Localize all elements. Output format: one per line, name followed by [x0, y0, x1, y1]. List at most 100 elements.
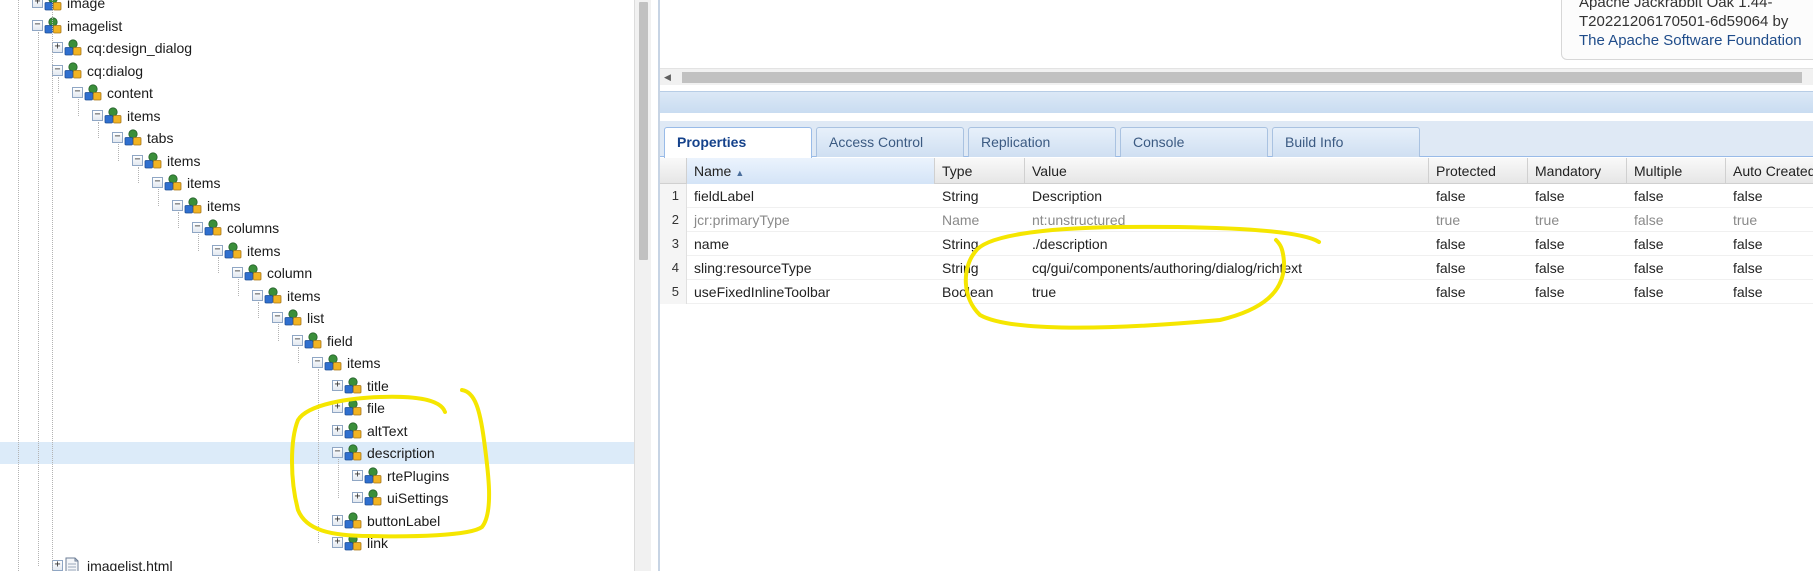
cell-type[interactable]: String — [935, 232, 1025, 256]
cell-name[interactable]: useFixedInlineToolbar — [687, 280, 935, 304]
collapse-icon[interactable]: − — [212, 244, 223, 256]
table-row[interactable]: 4 sling:resourceType String cq/gui/componen… — [660, 256, 1813, 280]
tree-scrollbar[interactable] — [634, 0, 651, 571]
tree-node-items[interactable]: − items — [0, 105, 634, 127]
tree-node-label[interactable]: image — [67, 0, 105, 14]
collapse-icon[interactable]: − — [192, 222, 203, 233]
cell-protected[interactable]: true — [1429, 208, 1528, 232]
cell-value[interactable]: nt:unstructured — [1025, 208, 1429, 232]
cell-auto[interactable]: false — [1726, 280, 1813, 304]
tree-node-imagelist[interactable]: − imagelist — [0, 15, 634, 37]
tree-node-tabs[interactable]: − tabs — [0, 127, 634, 149]
tree-node-items[interactable]: − items — [0, 150, 634, 172]
tree-node-label[interactable]: title — [367, 375, 389, 397]
cell-name[interactable]: name — [687, 232, 935, 256]
tree-node-label[interactable]: uiSettings — [387, 487, 448, 509]
column-header-mandatory[interactable]: Mandatory — [1528, 158, 1627, 184]
tree-node-label[interactable]: tabs — [147, 127, 173, 149]
collapse-icon[interactable]: − — [272, 312, 283, 323]
tree-node-cq-dialog[interactable]: − cq:dialog — [0, 60, 634, 82]
column-header-value[interactable]: Value — [1025, 158, 1429, 184]
expand-icon[interactable]: + — [332, 537, 343, 548]
tree-node-cq-design-dialog[interactable]: + cq:design_dialog — [0, 37, 634, 59]
cell-protected[interactable]: false — [1429, 280, 1528, 304]
cell-multiple[interactable]: false — [1627, 232, 1726, 256]
collapse-icon[interactable]: − — [232, 267, 243, 278]
collapse-icon[interactable]: − — [172, 199, 183, 211]
tree-scrollbar-thumb[interactable] — [639, 2, 648, 260]
tree-node-items[interactable]: − items — [0, 195, 634, 217]
cell-protected[interactable]: false — [1429, 256, 1528, 280]
tree-node-uisettings[interactable]: + uiSettings — [0, 487, 634, 509]
cell-value[interactable]: Description — [1025, 184, 1429, 208]
tree-node-items[interactable]: − items — [0, 172, 634, 194]
tree-node-label[interactable]: altText — [367, 420, 407, 442]
table-row[interactable]: 5 useFixedInlineToolbar Boolean true false fa… — [660, 280, 1813, 304]
tree-node-label[interactable]: items — [127, 105, 160, 127]
cell-auto[interactable]: true — [1726, 208, 1813, 232]
cell-mandatory[interactable]: false — [1528, 184, 1627, 208]
tree-node-label[interactable]: column — [267, 262, 312, 284]
tree-node-field[interactable]: − field — [0, 330, 634, 352]
cell-multiple[interactable]: false — [1627, 256, 1726, 280]
tree-node-column[interactable]: − column — [0, 262, 634, 284]
tree-node-image[interactable]: + image — [0, 0, 634, 14]
expand-icon[interactable]: + — [52, 42, 63, 53]
expand-icon[interactable]: + — [352, 492, 363, 503]
tree-node-list[interactable]: − list — [0, 307, 634, 329]
cell-mandatory[interactable]: false — [1528, 280, 1627, 304]
tree-node-label[interactable]: items — [287, 285, 320, 307]
cell-mandatory[interactable]: false — [1528, 232, 1627, 256]
cell-type[interactable]: String — [935, 256, 1025, 280]
collapse-icon[interactable]: − — [312, 357, 323, 368]
tree-node-label[interactable]: items — [347, 352, 380, 374]
tree-node-label[interactable]: items — [207, 195, 240, 217]
cell-type[interactable]: String — [935, 184, 1025, 208]
tree-node-label[interactable]: cq:dialog — [87, 60, 143, 82]
collapse-icon[interactable]: − — [112, 132, 123, 143]
tree-node-label[interactable]: buttonLabel — [367, 510, 440, 532]
cell-value[interactable]: true — [1025, 280, 1429, 304]
horizontal-scrollbar-thumb[interactable] — [682, 72, 1802, 83]
table-row[interactable]: 3 name String ./description false false false f… — [660, 232, 1813, 256]
tree-node-label[interactable]: list — [307, 307, 324, 329]
collapse-icon[interactable]: − — [52, 64, 63, 76]
tree-node-link[interactable]: + link — [0, 532, 634, 554]
horizontal-scrollbar[interactable]: ◀ — [660, 68, 1813, 85]
tree-node-items[interactable]: − items — [0, 285, 634, 307]
cell-auto[interactable]: false — [1726, 184, 1813, 208]
tree-node-label[interactable]: link — [367, 532, 388, 554]
cell-multiple[interactable]: false — [1627, 208, 1726, 232]
collapse-icon[interactable]: − — [332, 447, 343, 458]
tab-access-control[interactable]: Access Control — [816, 127, 964, 157]
cell-type[interactable]: Name — [935, 208, 1025, 232]
collapse-icon[interactable]: − — [32, 19, 43, 31]
expand-icon[interactable]: + — [332, 514, 343, 526]
tree-node-items[interactable]: − items — [0, 352, 634, 374]
column-header-name[interactable]: Name ▲ — [687, 158, 935, 184]
scroll-left-arrow-icon[interactable]: ◀ — [664, 72, 671, 83]
tree-node-label[interactable]: imagelist — [67, 15, 122, 37]
tree-node-label[interactable]: cq:design_dialog — [87, 37, 192, 59]
cell-protected[interactable]: false — [1429, 184, 1528, 208]
tree-node-label[interactable]: items — [187, 172, 220, 194]
expand-icon[interactable]: + — [332, 379, 343, 391]
tree-node-columns[interactable]: − columns — [0, 217, 634, 239]
expand-icon[interactable]: + — [352, 469, 363, 481]
collapse-icon[interactable]: − — [152, 177, 163, 188]
tree-node-rteplugins[interactable]: + rtePlugins — [0, 465, 634, 487]
cell-multiple[interactable]: false — [1627, 184, 1726, 208]
tree-node-file[interactable]: + file — [0, 397, 634, 419]
tree-node-label[interactable]: description — [367, 442, 435, 464]
tree-node-label[interactable]: field — [327, 330, 353, 352]
collapse-icon[interactable]: − — [132, 154, 143, 166]
tab-replication[interactable]: Replication — [968, 127, 1116, 157]
cell-value[interactable]: cq/gui/components/authoring/dialog/richt… — [1025, 256, 1429, 280]
collapse-icon[interactable]: − — [252, 289, 263, 301]
cell-auto[interactable]: false — [1726, 232, 1813, 256]
tree-node-label[interactable]: file — [367, 397, 385, 419]
collapse-icon[interactable]: − — [72, 87, 83, 98]
tab-properties[interactable]: Properties — [664, 127, 812, 158]
column-header-protected[interactable]: Protected — [1429, 158, 1528, 184]
column-header-multiple[interactable]: Multiple — [1627, 158, 1726, 184]
